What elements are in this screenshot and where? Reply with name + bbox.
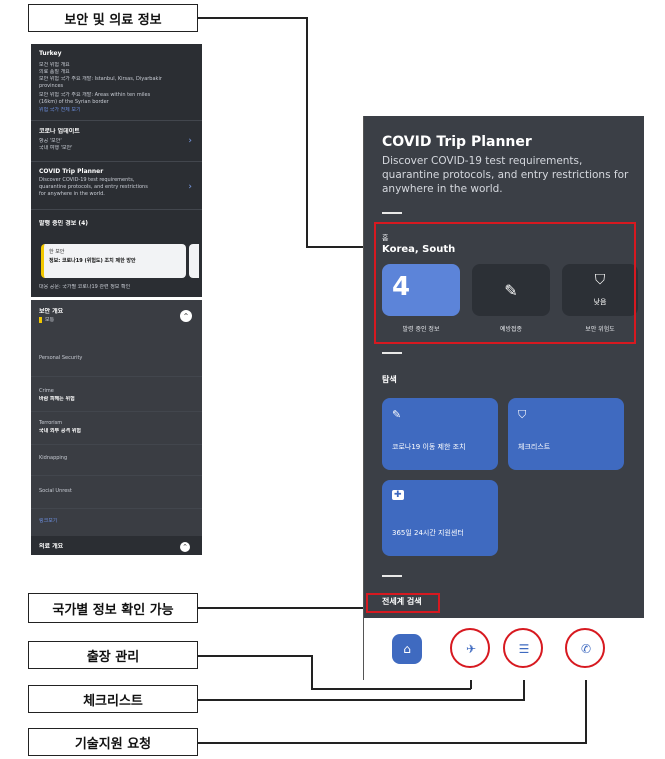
alerts-header: 발행 중인 경보 (4) [39, 220, 89, 227]
first-aid-icon: ✚ [392, 490, 404, 500]
covid-row: 항공 '보안' [39, 138, 62, 144]
divider [31, 120, 202, 121]
shield-icon: ⛉ [518, 408, 527, 421]
security-item[interactable]: Crime [39, 388, 194, 395]
view-link[interactable]: 링크보기 [39, 518, 194, 525]
divider [31, 475, 202, 476]
bullet-item: (16km) of the Syrian border [39, 99, 109, 105]
divider [382, 575, 402, 577]
callout-security-medical: 보안 및 의료 정보 [28, 4, 198, 32]
connector-line [198, 607, 366, 609]
planner-title: COVID Trip Planner [39, 168, 104, 175]
bullet-item: 보안 위험 국가 주요 개발: Istanbul, Kirsas, Diyarb… [39, 76, 162, 82]
connector-line [311, 655, 313, 688]
connector-line [198, 742, 586, 744]
chevron-right-icon[interactable]: › [188, 136, 192, 146]
card-label: 코로나19 이동 제한 조치 [392, 443, 466, 451]
view-all-link[interactable]: 위험 국가 전체 보기 [39, 107, 194, 114]
alert-card-next[interactable] [189, 244, 199, 278]
planner-desc: quarantine protocols, and entry restrict… [39, 184, 148, 190]
covid-update-header: 코로나 업데이트 [39, 128, 80, 135]
level-indicator [39, 317, 42, 323]
security-info-screenshot: Turkey 보건 위험 개요 의료 품질 개요 보안 위험 국가 주요 개발:… [31, 44, 202, 297]
support-center-card[interactable]: ✚ 365일 24시간 지원센터 [382, 480, 498, 556]
checklist-card[interactable]: ⛉ 체크리스트 [508, 398, 624, 470]
security-overview-header: 보안 개요 [39, 308, 64, 315]
bullet-item: 보안 위험 국가 주요 개발: Areas within ten miles [39, 92, 151, 98]
security-item-detail: 바람 피해는 위험 [39, 396, 75, 402]
syringe-icon: ✎ [392, 408, 402, 421]
divider [31, 376, 202, 377]
bullet-item: 의료 품질 개요 [39, 69, 70, 75]
divider [31, 161, 202, 162]
highlight-trip-button [450, 628, 490, 668]
alert-card-caption: 대응 공문: 국가별 코로나19 관련 정보 확인 [39, 284, 131, 290]
connector-line [198, 17, 306, 19]
medical-overview-header: 의료 개요 [39, 543, 64, 550]
callout-country-info: 국가별 정보 확인 가능 [28, 593, 198, 623]
divider [31, 411, 202, 412]
alert-card-text: 정보: 코로나19 (위험도) 조치 제한 방안 [49, 258, 136, 264]
alert-card-tag: 한 보안 [49, 249, 65, 255]
medical-overview-bar[interactable]: 의료 개요 ⌃ [31, 536, 202, 555]
highlight-checklist-button [503, 628, 543, 668]
callout-trip-management: 출장 관리 [28, 641, 198, 669]
page-title: COVID Trip Planner [382, 134, 532, 150]
callout-checklist: 체크리스트 [28, 685, 198, 713]
security-item[interactable]: Kidnapping [39, 455, 194, 462]
collapse-icon[interactable]: ⌃ [180, 310, 192, 322]
highlight-global-search [366, 593, 440, 613]
security-item[interactable]: Personal Security [39, 355, 194, 362]
security-item[interactable]: Terrorism [39, 420, 194, 427]
page-description: Discover COVID-19 test requirements, qua… [382, 155, 629, 195]
card-label: 365일 24시간 지원센터 [392, 529, 464, 537]
divider [31, 508, 202, 509]
security-level: 보통 [45, 317, 55, 323]
covid-row: 국내 여행 '보안' [39, 145, 73, 151]
bullet-item: provinces [39, 83, 64, 89]
divider [382, 212, 402, 214]
highlight-support-button [565, 628, 605, 668]
covid-restrictions-card[interactable]: ✎ 코로나19 이동 제한 조치 [382, 398, 498, 470]
home-icon[interactable]: ⌂ [392, 634, 422, 664]
alert-card[interactable]: 한 보안 정보: 코로나19 (위험도) 조치 제한 방안 [41, 244, 186, 278]
divider [382, 352, 402, 354]
callout-tech-support: 기술지원 요청 [28, 728, 198, 756]
planner-desc: Discover COVID-19 test requirements, [39, 177, 135, 183]
divider [31, 444, 202, 445]
security-item[interactable]: Social Unrest [39, 488, 194, 495]
bullet-item: 보건 위험 개요 [39, 62, 70, 68]
security-overview-screenshot: 보안 개요 보통 ⌃ Personal Security Crime 바람 피해… [31, 300, 202, 555]
explore-title: 탐색 [382, 375, 397, 384]
highlight-country-section [374, 222, 636, 344]
connector-line [306, 17, 308, 247]
connector-line [198, 655, 311, 657]
country-name: Turkey [39, 50, 62, 57]
connector-line [311, 688, 471, 690]
connector-line [198, 699, 524, 701]
card-label: 체크리스트 [518, 443, 551, 451]
planner-desc: for anywhere in the world. [39, 191, 105, 197]
chevron-right-icon[interactable]: › [188, 182, 192, 192]
security-item-detail: 국내 외부 공격 위험 [39, 428, 82, 434]
divider [31, 209, 202, 210]
expand-icon[interactable]: ⌃ [180, 542, 190, 552]
